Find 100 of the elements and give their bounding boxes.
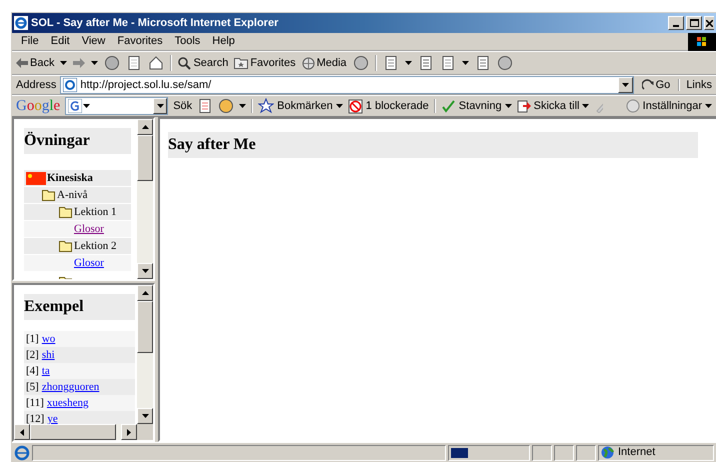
example-number: [1] <box>26 332 39 347</box>
caret-icon <box>462 61 469 65</box>
caret-icon <box>239 104 246 108</box>
menu-item[interactable]: Edit <box>46 33 75 50</box>
go-button[interactable]: Go <box>638 76 674 94</box>
tree-label[interactable]: Lektion 2 <box>74 238 116 254</box>
caret-icon <box>336 104 343 108</box>
tree-label[interactable]: Lektion 1 <box>74 204 116 220</box>
down-arrow-icon <box>142 269 148 273</box>
down-arrow-icon <box>142 414 148 418</box>
right-arrow-icon <box>127 428 131 436</box>
settings-icon <box>626 99 640 113</box>
scroll-down-button[interactable] <box>137 408 153 424</box>
example-link[interactable]: ta <box>42 362 50 380</box>
caret-icon <box>83 104 90 108</box>
vertical-scrollbar[interactable] <box>137 285 153 424</box>
folder-icon <box>59 206 73 218</box>
example-number: [11] <box>26 396 44 411</box>
history-icon[interactable] <box>352 55 369 71</box>
caret-icon <box>622 83 629 87</box>
example-link[interactable]: shi <box>42 346 55 364</box>
caret-icon <box>582 104 590 108</box>
minimize-button[interactable] <box>668 16 684 30</box>
exercises-heading: Övningar <box>24 128 131 154</box>
tree-label[interactable]: Kinesiska <box>47 170 93 186</box>
up-arrow-icon <box>142 291 148 295</box>
send-arrow-icon <box>516 99 531 113</box>
example-link[interactable]: zhongguoren <box>42 378 100 396</box>
caret-icon <box>504 104 512 108</box>
scroll-thumb[interactable] <box>137 135 153 181</box>
menu-item[interactable]: Favorites <box>112 33 168 50</box>
horizontal-scrollbar[interactable] <box>14 424 153 440</box>
address-field[interactable]: http://project.sol.lu.se/sam/ <box>60 76 634 94</box>
popup-blocker-button[interactable]: 1 blockerade <box>348 98 429 114</box>
google-g-icon <box>68 99 82 113</box>
news-icon[interactable] <box>197 98 214 114</box>
folder-icon <box>59 240 73 252</box>
stop-icon[interactable] <box>104 55 120 71</box>
scroll-up-button[interactable] <box>137 285 153 301</box>
tree-link[interactable]: Glosor <box>74 254 104 272</box>
google-search-field[interactable] <box>65 97 168 115</box>
bookmarks-button[interactable]: Bokmärken <box>258 98 343 114</box>
caret-icon <box>404 61 412 65</box>
refresh-icon[interactable] <box>126 55 142 71</box>
favorites-button[interactable]: Favorites <box>234 54 296 72</box>
mail-icon[interactable] <box>382 55 399 71</box>
google-dropdown-button[interactable] <box>153 98 168 114</box>
puzzle-icon[interactable] <box>218 98 234 114</box>
windows-logo-icon <box>688 32 716 50</box>
address-label: Address <box>16 78 56 93</box>
examples-heading: Exempel <box>24 294 135 320</box>
status-pane <box>532 444 552 460</box>
scroll-thumb[interactable] <box>30 424 116 440</box>
page-heading: Say after Me <box>168 132 698 158</box>
scroll-down-button[interactable] <box>137 263 153 279</box>
search-icon <box>178 56 192 70</box>
home-icon[interactable] <box>148 55 164 71</box>
menu-item[interactable]: View <box>76 33 110 50</box>
caret-icon <box>705 104 712 108</box>
forward-dropdown-icon <box>91 61 98 65</box>
links-button[interactable]: Links <box>684 76 712 94</box>
tree-label[interactable]: A-nivå <box>57 186 88 204</box>
search-button[interactable]: Search <box>178 54 228 72</box>
back-button[interactable]: Back <box>16 54 54 72</box>
close-icon <box>706 20 713 26</box>
document-icon[interactable] <box>474 55 491 71</box>
left-arrow-icon <box>20 428 24 436</box>
messenger-icon[interactable] <box>496 55 513 71</box>
scroll-left-button[interactable] <box>14 424 30 440</box>
send-to-button[interactable]: Skicka till <box>516 98 590 114</box>
print-icon[interactable] <box>418 55 434 71</box>
example-link[interactable]: xuesheng <box>46 394 88 412</box>
page-status-icon <box>14 444 30 460</box>
example-number: [12] <box>26 412 44 424</box>
star-icon[interactable] <box>258 98 274 114</box>
menu-item[interactable]: Tools <box>170 33 206 50</box>
status-pane <box>554 444 574 460</box>
google-search-button[interactable]: Sök <box>173 98 192 114</box>
menu-item[interactable]: File <box>16 33 44 50</box>
window-title: SOL - Say after Me - Microsoft Internet Explorer <box>31 16 280 31</box>
address-dropdown-button[interactable] <box>618 77 633 93</box>
media-button[interactable]: Media <box>302 54 347 72</box>
menu-item[interactable]: Help <box>207 33 240 50</box>
edit-icon[interactable] <box>440 55 456 71</box>
close-button[interactable] <box>704 16 714 30</box>
example-number: [5] <box>26 380 39 395</box>
example-link[interactable]: wo <box>42 330 56 348</box>
example-number: [4] <box>26 364 39 379</box>
maximize-button[interactable] <box>686 16 702 30</box>
example-link[interactable]: ye <box>47 410 58 424</box>
up-arrow-icon <box>142 125 148 129</box>
tree-link[interactable]: Glosor <box>74 220 104 238</box>
blocked-icon <box>348 98 363 114</box>
scroll-right-button[interactable] <box>121 424 137 440</box>
scroll-thumb[interactable] <box>137 301 153 353</box>
spellcheck-button[interactable]: Stavning <box>440 98 512 114</box>
scroll-up-button[interactable] <box>137 119 153 135</box>
left-arrow-icon <box>16 58 28 68</box>
settings-button[interactable]: Inställningar <box>626 98 712 114</box>
vertical-scrollbar[interactable] <box>137 119 153 279</box>
